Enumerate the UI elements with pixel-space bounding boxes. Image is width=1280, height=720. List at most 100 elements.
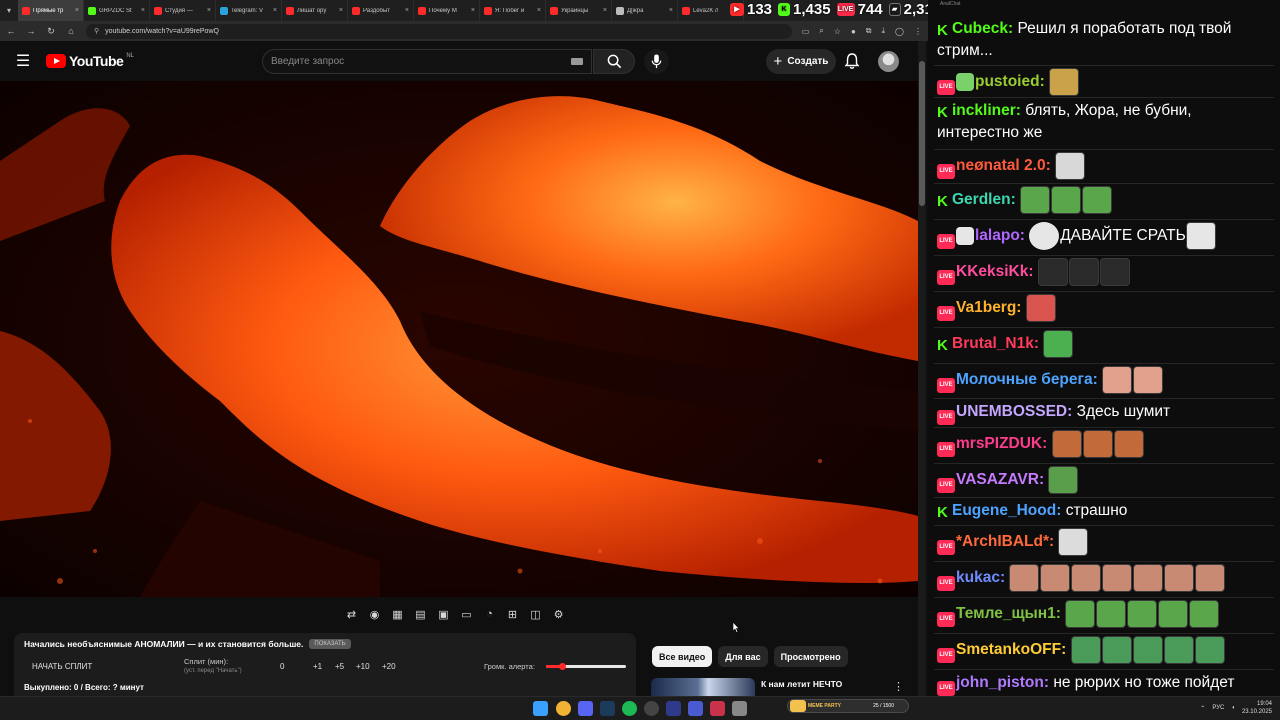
forward-icon[interactable]: → — [26, 26, 36, 36]
zoom-icon[interactable]: ⌕ — [819, 26, 823, 36]
chat-username[interactable]: Молочные берега: — [956, 371, 1098, 388]
voice-search-button[interactable] — [644, 49, 669, 74]
loop-icon[interactable]: ⇄ — [343, 606, 360, 623]
chrome-icon[interactable] — [556, 701, 571, 716]
browser-tab[interactable]: Лишат ору × — [282, 0, 348, 21]
close-tab-icon[interactable]: × — [207, 7, 211, 14]
tray-chevron-icon[interactable]: ⌃ — [1200, 705, 1205, 712]
notifications-button[interactable] — [843, 52, 863, 72]
search-button[interactable] — [593, 49, 635, 74]
close-tab-icon[interactable]: × — [537, 7, 541, 14]
chat-username[interactable]: Cubeck: — [952, 20, 1013, 37]
split-plus-5-button[interactable]: +5 — [335, 662, 344, 671]
browser-tab[interactable]: Прямые тр × — [18, 0, 84, 21]
window-icon[interactable] — [732, 701, 747, 716]
clapper-icon[interactable]: ▤ — [412, 606, 429, 623]
picture-in-picture-icon[interactable]: ▣ — [435, 606, 452, 623]
close-tab-icon[interactable]: × — [273, 7, 277, 14]
back-icon[interactable]: ← — [6, 26, 16, 36]
chat-username[interactable]: pustoied: — [975, 73, 1045, 90]
steam-icon[interactable] — [600, 701, 615, 716]
chat-username[interactable]: kukac: — [956, 569, 1005, 586]
close-tab-icon[interactable]: × — [405, 7, 409, 14]
address-bar[interactable]: ⚲ youtube.com/watch?v=aU99rePowQ — [86, 23, 792, 39]
chat-username[interactable]: john_piston: — [956, 674, 1049, 691]
volume-icon[interactable]: ◖ — [1231, 705, 1235, 711]
chat-username[interactable]: Gerdlen: — [952, 191, 1016, 208]
windows-start-icon[interactable] — [533, 701, 548, 716]
create-button[interactable]: + Создать — [766, 49, 836, 74]
browser-tab[interactable]: Д[жра × — [612, 0, 678, 21]
browser-tab[interactable]: Раздобыт × — [348, 0, 414, 21]
add-icon[interactable]: ⊞ — [504, 606, 521, 623]
split-plus-20-button[interactable]: +20 — [382, 662, 396, 671]
scrollbar-thumb[interactable] — [919, 61, 925, 206]
keyboard-icon[interactable] — [571, 58, 583, 65]
browser-icon[interactable] — [710, 701, 725, 716]
split-plus-10-button[interactable]: +10 — [356, 662, 370, 671]
close-tab-icon[interactable]: × — [141, 7, 145, 14]
theater-icon[interactable]: ▭ — [458, 606, 475, 623]
recommended-video-title[interactable]: К нам летит НЕЧТО — [761, 679, 842, 689]
obs-icon[interactable] — [644, 701, 659, 716]
game-widget[interactable]: MEME PARTY 25 / 1500 — [787, 699, 909, 713]
start-split-button[interactable]: НАЧАТЬ СПЛИТ — [32, 662, 92, 671]
chat-username[interactable]: inckliner: — [952, 102, 1021, 119]
alert-volume-knob[interactable] — [559, 663, 566, 670]
chat-username[interactable]: Brutal_N1k: — [952, 335, 1039, 352]
chat-username[interactable]: mrsPIZDUK: — [956, 435, 1047, 452]
close-tab-icon[interactable]: × — [669, 7, 673, 14]
hamburger-menu-icon[interactable]: ☰ — [0, 51, 46, 71]
chat-username[interactable]: lalapo: — [975, 227, 1025, 244]
tray-lang[interactable]: РУС — [1212, 705, 1224, 711]
chat-username[interactable]: Темле_щын1: — [956, 605, 1061, 622]
filter-chip[interactable]: Для вас — [718, 646, 768, 667]
browser-tab[interactable]: GRPZDC St × — [84, 0, 150, 21]
youtube-logo[interactable]: YouTube NL — [46, 53, 134, 69]
chat-username[interactable]: Eugene_Hood: — [952, 502, 1061, 519]
menu-icon[interactable]: ⋮ — [914, 27, 922, 36]
filter-icon[interactable]: ▦ — [389, 606, 406, 623]
close-tab-icon[interactable]: × — [75, 7, 79, 14]
browser-tab[interactable]: Я: Побег и × — [480, 0, 546, 21]
browser-tab[interactable]: Студия — × — [150, 0, 216, 21]
download-icon[interactable]: ⤓ — [882, 26, 886, 36]
profile-icon[interactable]: ◯ — [895, 27, 904, 36]
chat-username[interactable]: Va1berg: — [956, 299, 1021, 316]
more-options-icon[interactable]: ⋮ — [893, 680, 904, 693]
browser-tab[interactable]: Украинцы × — [546, 0, 612, 21]
split-tag[interactable]: ПОКАЗАТЬ — [309, 639, 351, 649]
avatar[interactable] — [878, 51, 899, 72]
filter-chip[interactable]: Просмотрено — [773, 646, 848, 667]
tab-search-icon[interactable]: ▾ — [0, 0, 18, 21]
browser-tab[interactable]: Почему М × — [414, 0, 480, 21]
app-icon[interactable] — [666, 701, 681, 716]
chat-username[interactable]: UNEMBOSSED: — [956, 403, 1072, 420]
discord-icon[interactable] — [578, 701, 593, 716]
media-icon[interactable] — [688, 701, 703, 716]
extension-icon[interactable]: ● — [851, 27, 856, 36]
chat-username[interactable]: KKeksiKk: — [956, 263, 1034, 280]
spotify-icon[interactable] — [622, 701, 637, 716]
page-scrollbar[interactable] — [918, 41, 926, 696]
alert-volume-slider[interactable] — [546, 663, 626, 670]
clock[interactable]: 19:04 23.10.2025 — [1242, 700, 1272, 716]
recommended-video-thumbnail[interactable] — [651, 678, 755, 696]
chat-username[interactable]: *ArchIBALd*: — [956, 533, 1054, 550]
chat-username[interactable]: VASAZAVR: — [956, 471, 1044, 488]
video-player[interactable] — [0, 81, 918, 597]
close-tab-icon[interactable]: × — [471, 7, 475, 14]
close-tab-icon[interactable]: × — [603, 7, 607, 14]
extensions-puzzle-icon[interactable]: ⧉ — [866, 26, 872, 36]
split-plus-1-button[interactable]: +1 — [313, 662, 322, 671]
filter-chip[interactable]: Все видео — [652, 646, 713, 667]
home-icon[interactable]: ⌂ — [66, 26, 76, 36]
audio-icon[interactable]: ◉ — [366, 606, 383, 623]
chat-username[interactable]: neønatal 2.0: — [956, 157, 1051, 174]
speed-icon[interactable]: ◔ — [481, 606, 498, 623]
cast-icon[interactable]: ▭ — [802, 27, 810, 36]
settings-gear-icon[interactable]: ⚙ — [550, 606, 567, 623]
site-info-icon[interactable]: ⚲ — [94, 27, 99, 35]
search-input[interactable] — [271, 56, 571, 67]
screenshot-icon[interactable]: ◫ — [527, 606, 544, 623]
